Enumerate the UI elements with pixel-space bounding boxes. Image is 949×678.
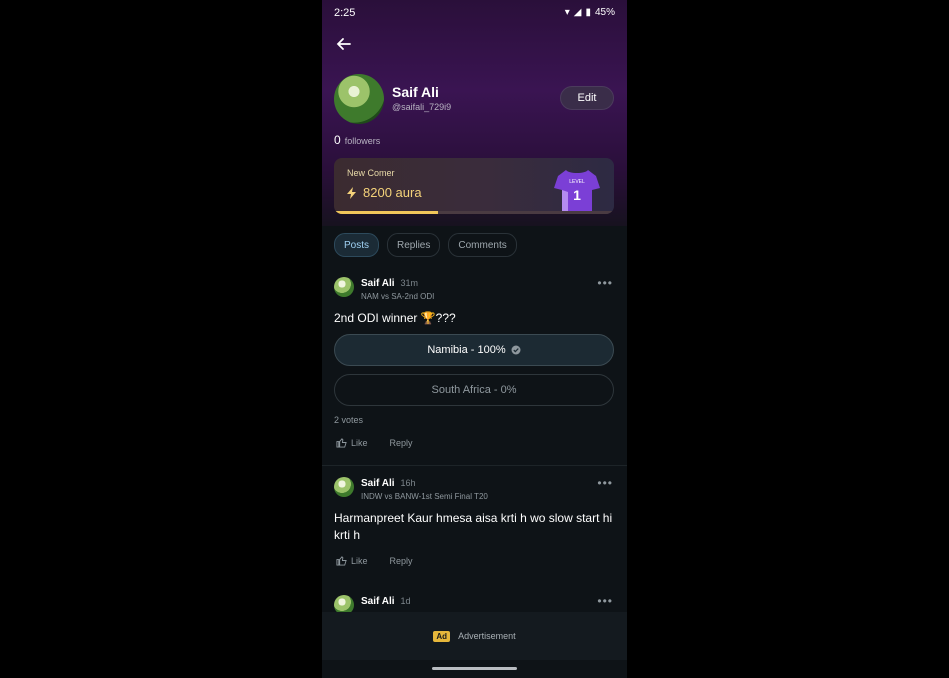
profile-name: Saif Ali	[392, 84, 439, 100]
divider	[322, 465, 627, 466]
followers-count[interactable]: 0 followers	[334, 133, 380, 147]
aura-value-row: 8200 aura	[347, 185, 422, 200]
signal-icon: ◢	[573, 7, 582, 18]
tab-posts[interactable]: Posts	[334, 233, 380, 257]
poll-option-label: Namibia - 100%	[427, 344, 506, 356]
post-author[interactable]: Saif Ali	[361, 596, 395, 607]
post-avatar[interactable]	[334, 277, 354, 297]
reply-button[interactable]: Reply	[390, 438, 413, 448]
post-text: 2nd ODI winner 🏆???	[334, 311, 456, 325]
post-avatar[interactable]	[334, 477, 354, 497]
poll-option-label: South Africa - 0%	[431, 384, 517, 396]
check-circle-icon	[511, 345, 521, 355]
post-author-row: Saif Ali 1d	[361, 596, 411, 607]
followers-number: 0	[334, 133, 341, 147]
like-button[interactable]: Like	[351, 556, 368, 566]
more-options-icon[interactable]: •••	[597, 594, 613, 608]
post-match[interactable]: INDW vs BANW-1st Semi Final T20	[361, 492, 488, 501]
post-card: Saif Ali 31m NAM vs SA-2nd ODI ••• 2nd OD…	[322, 270, 627, 465]
followers-label: followers	[344, 136, 381, 146]
post-match[interactable]: NAM vs SA-2nd ODI	[361, 292, 434, 301]
ad-badge: Ad	[433, 630, 451, 642]
more-options-icon[interactable]: •••	[597, 476, 613, 490]
more-options-icon[interactable]: •••	[597, 276, 613, 290]
avatar[interactable]	[334, 74, 384, 124]
phone-screen: 2:25 ▾ ◢ ▮ 45% Saif Ali @saifali_729i9 E…	[322, 0, 627, 678]
status-time: 2:25	[334, 7, 356, 19]
post-time: 1d	[400, 596, 411, 606]
edit-profile-button[interactable]: Edit	[560, 86, 614, 110]
ad-label: Advertisement	[458, 631, 516, 641]
like-icon[interactable]	[336, 555, 347, 566]
like-icon[interactable]	[336, 437, 347, 448]
profile-tabs: Posts Replies Comments	[334, 233, 517, 257]
post-actions: Like Reply	[336, 437, 413, 448]
advertisement-banner[interactable]: Ad Advertisement	[322, 612, 627, 660]
aura-card[interactable]: New Comer 8200 aura LEVEL 1	[334, 158, 614, 214]
aura-progress-fill	[334, 211, 438, 214]
aura-value: 8200 aura	[363, 185, 422, 200]
poll-option-south-africa[interactable]: South Africa - 0%	[334, 374, 614, 406]
status-icons: ▾ ◢ ▮ 45%	[565, 7, 615, 18]
post-author[interactable]: Saif Ali	[361, 478, 395, 489]
post-author-row: Saif Ali 31m	[361, 278, 418, 289]
post-actions: Like Reply	[336, 555, 413, 566]
battery-icon: ▮	[585, 7, 591, 18]
like-button[interactable]: Like	[351, 438, 368, 448]
post-card: Saif Ali 1d •••	[322, 588, 627, 612]
jersey-level-label: LEVEL	[569, 179, 585, 185]
back-arrow-icon[interactable]	[334, 34, 354, 54]
jersey-icon: LEVEL 1	[554, 170, 600, 212]
post-card: Saif Ali 16h INDW vs BANW-1st Semi Final …	[322, 470, 627, 600]
post-time: 31m	[400, 278, 419, 288]
reply-button[interactable]: Reply	[390, 556, 413, 566]
battery-level: 45%	[594, 7, 615, 18]
post-time: 16h	[400, 478, 416, 488]
jersey-number: 1	[573, 187, 581, 203]
status-bar: 2:25 ▾ ◢ ▮ 45%	[334, 7, 615, 21]
post-avatar[interactable]	[334, 595, 354, 612]
poll-votes: 2 votes	[334, 415, 364, 425]
wifi-icon: ▾	[564, 7, 570, 18]
post-text: Harmanpreet Kaur hmesa aisa krti h wo sl…	[334, 511, 613, 542]
tab-replies[interactable]: Replies	[387, 233, 441, 257]
home-indicator[interactable]	[432, 667, 517, 670]
profile-handle: @saifali_729i9	[392, 102, 452, 112]
post-author[interactable]: Saif Ali	[361, 278, 395, 289]
poll-option-namibia[interactable]: Namibia - 100%	[334, 334, 614, 366]
tab-comments[interactable]: Comments	[448, 233, 517, 257]
lightning-icon	[347, 186, 356, 199]
post-author-row: Saif Ali 16h	[361, 478, 416, 489]
aura-level-title: New Comer	[347, 168, 395, 178]
